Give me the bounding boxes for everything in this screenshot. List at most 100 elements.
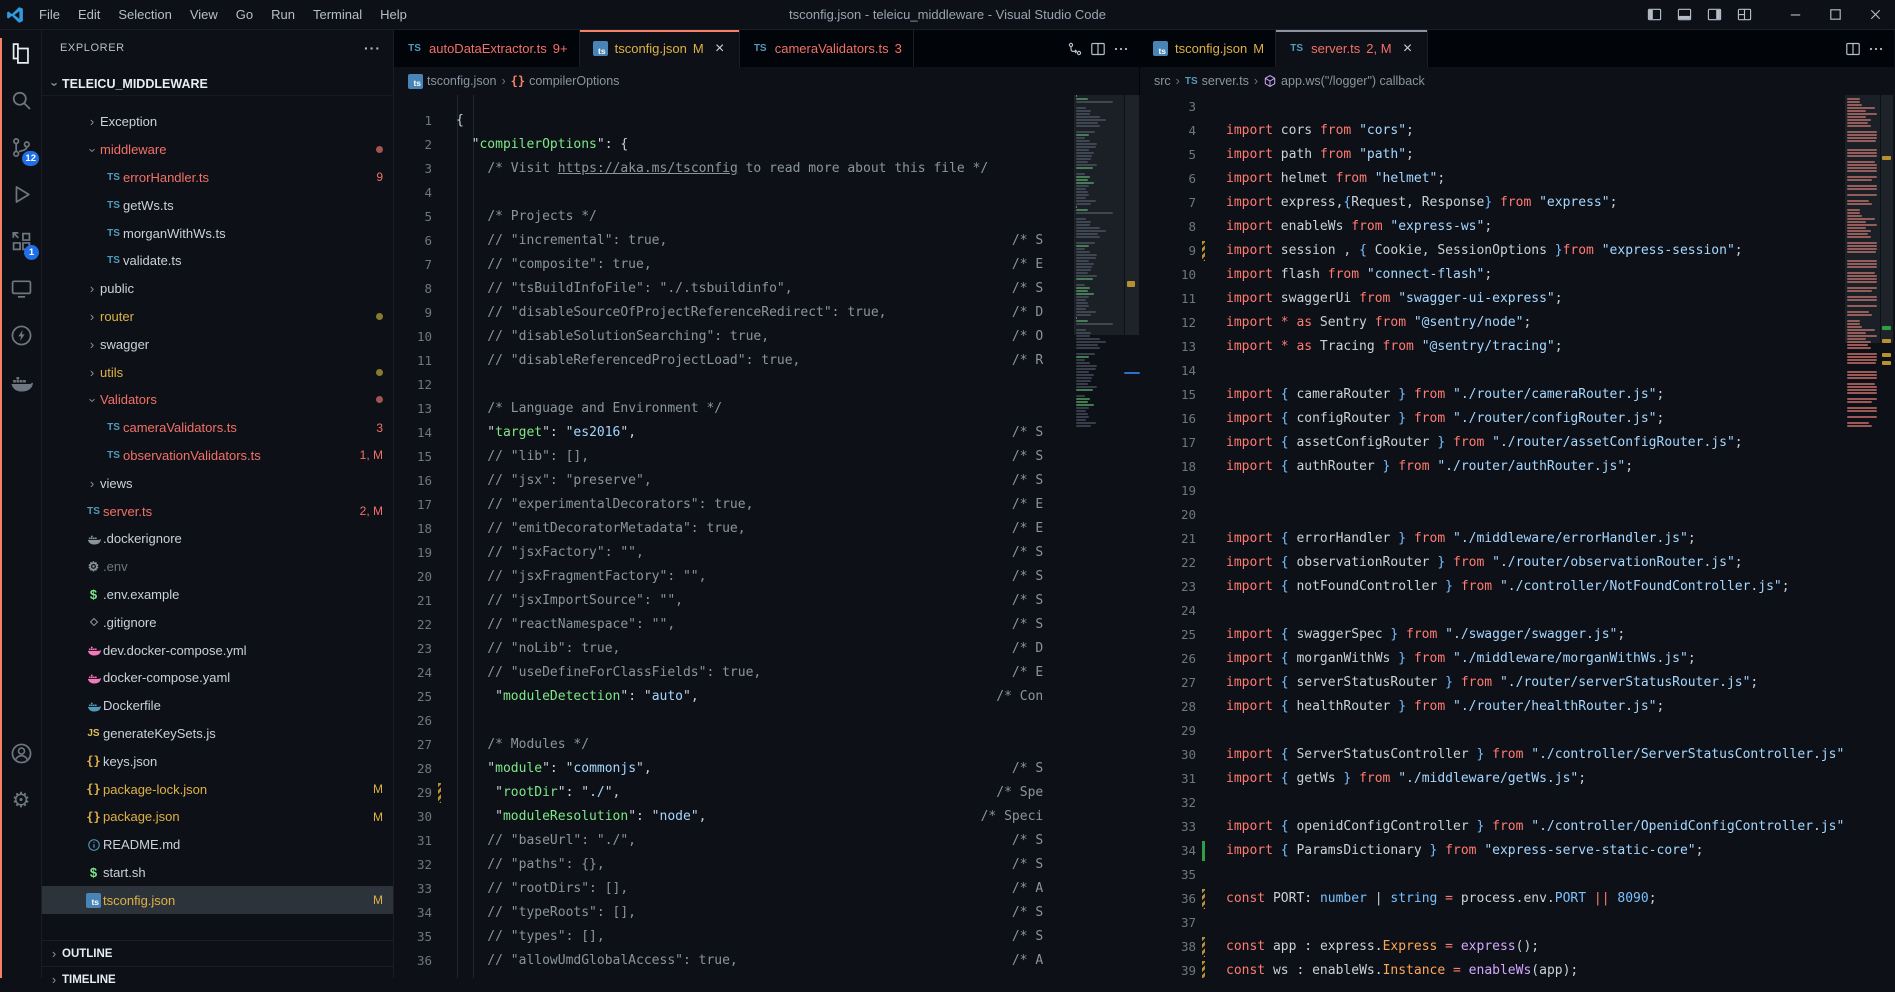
toggle-secondary-sidebar-button[interactable] (1699, 0, 1729, 30)
close-button[interactable] (1855, 0, 1895, 30)
tree-item-keys.json[interactable]: {}keys.json (42, 747, 393, 775)
close-icon[interactable]: × (1400, 41, 1416, 57)
git-badge: M (373, 893, 383, 907)
maximize-button[interactable] (1815, 0, 1855, 30)
tree-item-middleware[interactable]: ›middleware (42, 136, 393, 164)
breadcrumb-item[interactable]: app.ws("/logger") callback (1263, 74, 1425, 88)
activity-manage[interactable]: ⚙ (0, 777, 42, 824)
code-text (446, 709, 456, 733)
tree-item-.gitignore[interactable]: .gitignore (42, 608, 393, 636)
activity-run-debug[interactable] (0, 171, 42, 218)
code-text: // "jsx": "preserve",/* S (446, 469, 652, 493)
toggle-primary-sidebar-button[interactable] (1639, 0, 1669, 30)
timeline-section-header[interactable]: › TIMELINE (42, 966, 393, 992)
tree-item-utils[interactable]: ›utils (42, 358, 393, 386)
menu-go[interactable]: Go (227, 0, 262, 29)
tree-item-cameravalidators.ts[interactable]: TScameraValidators.ts3 (42, 414, 393, 442)
minimap-slider[interactable] (1074, 95, 1124, 335)
menu-selection[interactable]: Selection (109, 0, 180, 29)
activity-remote-explorer[interactable] (0, 265, 42, 312)
customize-layout-button[interactable] (1729, 0, 1759, 30)
tree-item-docker-compose.yaml[interactable]: docker-compose.yaml (42, 664, 393, 692)
tree-item-.env[interactable]: ⚙.env (42, 553, 393, 581)
editor-tsconfig[interactable]: 1{2 "compilerOptions": {3 /* Visit https… (394, 95, 1139, 978)
outline-label: OUTLINE (62, 948, 112, 960)
breadcrumb-item[interactable]: src (1154, 74, 1171, 88)
tree-item-validate.ts[interactable]: TSvalidate.ts (42, 247, 393, 275)
gutter (1196, 671, 1210, 695)
tab-autoDataExtractor.ts[interactable]: TSautoDataExtractor.ts9+ (394, 30, 580, 67)
tree-item-tsconfig.json[interactable]: tstsconfig.jsonM (42, 886, 393, 914)
code-line-17: 17 // "experimentalDecorators": true,/* … (394, 493, 1074, 517)
breadcrumb-item[interactable]: TSserver.ts (1185, 74, 1249, 88)
tree-item-observationvalidators.ts[interactable]: TSobservationValidators.ts1, M (42, 442, 393, 470)
toggle-panel-button[interactable] (1669, 0, 1699, 30)
menu-help[interactable]: Help (371, 0, 416, 29)
activity-source-control[interactable]: 12 (0, 124, 42, 171)
activity-search[interactable] (0, 77, 42, 124)
tree-item-package-lock.json[interactable]: {}package-lock.jsonM (42, 775, 393, 803)
gutter (432, 973, 446, 978)
menu-run[interactable]: Run (262, 0, 304, 29)
minimap-slider[interactable] (1845, 95, 1880, 343)
tree-item-router[interactable]: ›router (42, 303, 393, 331)
tree-item-package.json[interactable]: {}package.jsonM (42, 803, 393, 831)
trailing-comment: /* S (1012, 469, 1043, 493)
tree-item-readme.md[interactable]: README.md (42, 831, 393, 859)
minimap-right[interactable] (1845, 95, 1880, 978)
activity-docker[interactable] (0, 359, 42, 406)
tab-server.ts[interactable]: TSserver.ts2, M× (1276, 30, 1427, 67)
menu-file[interactable]: File (30, 0, 69, 29)
code-area-right[interactable]: 34import cors from "cors";5import path f… (1140, 95, 1845, 978)
tree-item-views[interactable]: ›views (42, 469, 393, 497)
tree-item-label: cameraValidators.ts (123, 420, 237, 435)
tree-item-exception[interactable]: ›Exception (42, 108, 393, 136)
tree-item-start.sh[interactable]: $start.sh (42, 859, 393, 887)
tree-item-.dockerignore[interactable]: .dockerignore (42, 525, 393, 553)
tab-tsconfig.json[interactable]: tstsconfig.jsonM× (580, 30, 740, 67)
tree-item-generatekeysets.js[interactable]: JSgenerateKeySets.js (42, 720, 393, 748)
scrollbar-slider[interactable] (1881, 95, 1893, 343)
more-actions-icon[interactable] (1113, 41, 1129, 57)
split-editor-icon[interactable] (1090, 41, 1106, 57)
split-editor-icon[interactable] (1845, 41, 1861, 57)
breadcrumb-item[interactable]: {}compilerOptions (511, 74, 620, 88)
scrollbar-right[interactable] (1880, 95, 1894, 978)
activity-thunder-client[interactable] (0, 312, 42, 359)
tree-item-.env.example[interactable]: $.env.example (42, 581, 393, 609)
tree-item-server.ts[interactable]: TSserver.ts2, M (42, 497, 393, 525)
menu-view[interactable]: View (181, 0, 227, 29)
code-area-left[interactable]: 1{2 "compilerOptions": {3 /* Visit https… (394, 95, 1074, 978)
menu-edit[interactable]: Edit (69, 0, 109, 29)
close-icon[interactable]: × (712, 41, 728, 57)
minimize-button[interactable] (1775, 0, 1815, 30)
more-actions-icon[interactable] (1868, 41, 1884, 57)
scrollbar-slider[interactable] (1125, 95, 1139, 335)
code-text: // "baseUrl": "./",/* S (446, 829, 636, 853)
menu-terminal[interactable]: Terminal (304, 0, 371, 29)
tree-item-errorhandler.ts[interactable]: TSerrorHandler.ts9 (42, 164, 393, 192)
tree-item-dev.docker-compose.yml[interactable]: dev.docker-compose.yml (42, 636, 393, 664)
activity-extensions[interactable]: 1 (0, 218, 42, 265)
minimap-left[interactable] (1074, 95, 1124, 978)
explorer-more-actions-icon[interactable]: ··· (364, 40, 381, 56)
tree-item-swagger[interactable]: ›swagger (42, 330, 393, 358)
tab-tsconfig.json[interactable]: tstsconfig.jsonM (1140, 30, 1276, 67)
activity-explorer[interactable] (0, 30, 42, 77)
git-badge: 9 (376, 170, 383, 184)
tree-item-validators[interactable]: ›Validators (42, 386, 393, 414)
tree-item-dockerfile[interactable]: Dockerfile (42, 692, 393, 720)
scrollbar-left[interactable] (1124, 95, 1140, 978)
tree-item-getws.ts[interactable]: TSgetWs.ts (42, 191, 393, 219)
editor-server-ts[interactable]: 34import cors from "cors";5import path f… (1140, 95, 1894, 978)
project-root-row[interactable]: › TELEICU_MIDDLEWARE (42, 72, 393, 96)
outline-section-header[interactable]: › OUTLINE (42, 940, 393, 966)
tree-item-public[interactable]: ›public (42, 275, 393, 303)
open-changes-icon[interactable] (1067, 41, 1083, 57)
activity-account[interactable] (0, 730, 42, 777)
tree-item-morganwithws.ts[interactable]: TSmorganWithWs.ts (42, 219, 393, 247)
gutter (432, 133, 446, 157)
tab-cameraValidators.ts[interactable]: TScameraValidators.ts3 (740, 30, 914, 67)
breadcrumb-item[interactable]: tstsconfig.json (408, 74, 496, 89)
code-text: /* Language and Environment */ (446, 397, 722, 421)
